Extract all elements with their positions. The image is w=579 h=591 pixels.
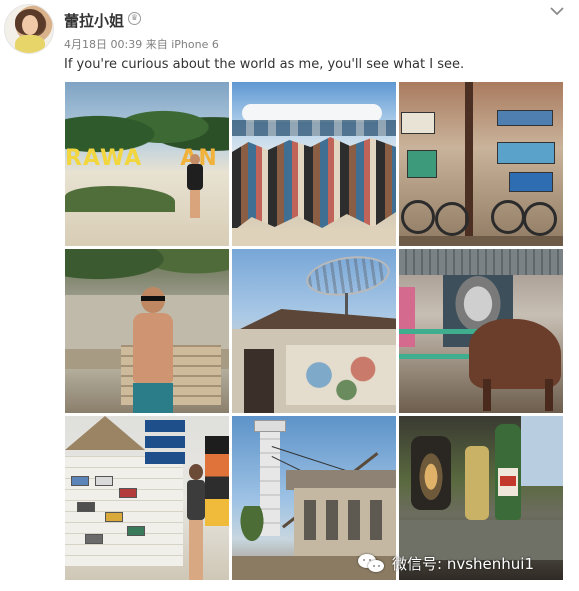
sign-text-rawa: RAWA [65,146,143,171]
watermark-text: 微信号: nvshenhui1 [392,554,534,573]
beach-sign-photo[interactable]: RAWAAN [65,82,229,246]
source-prefix: 来自 [145,38,168,51]
crown-badge-icon: ♛ [128,12,141,25]
satellite-dish-house-photo[interactable] [232,249,396,413]
horse-mural-photo[interactable] [399,249,563,413]
bicycles-signs-photo[interactable] [399,82,563,246]
post-source[interactable]: iPhone 6 [171,38,219,51]
post-meta: 4月18日 00:39 来自 iPhone 6 [64,36,219,52]
username[interactable]: 蕾拉小姐 [64,10,124,31]
avatar[interactable] [4,4,54,54]
man-by-wall-photo[interactable] [65,249,229,413]
chevron-down-icon[interactable] [548,2,566,20]
weibo-post: 蕾拉小姐 ♛ 4月18日 00:39 来自 iPhone 6 If you're… [0,0,579,591]
wechat-watermark: 微信号: nvshenhui1 [358,549,534,577]
wechat-icon [358,552,386,574]
post-date[interactable]: 4月18日 00:39 [64,38,142,51]
beach-crowd-photo[interactable] [232,82,396,246]
post-text: If you're curious about the world as me,… [64,57,465,72]
photo-grid: RAWAAN [65,82,563,580]
sign-wall-photo[interactable] [65,416,229,580]
